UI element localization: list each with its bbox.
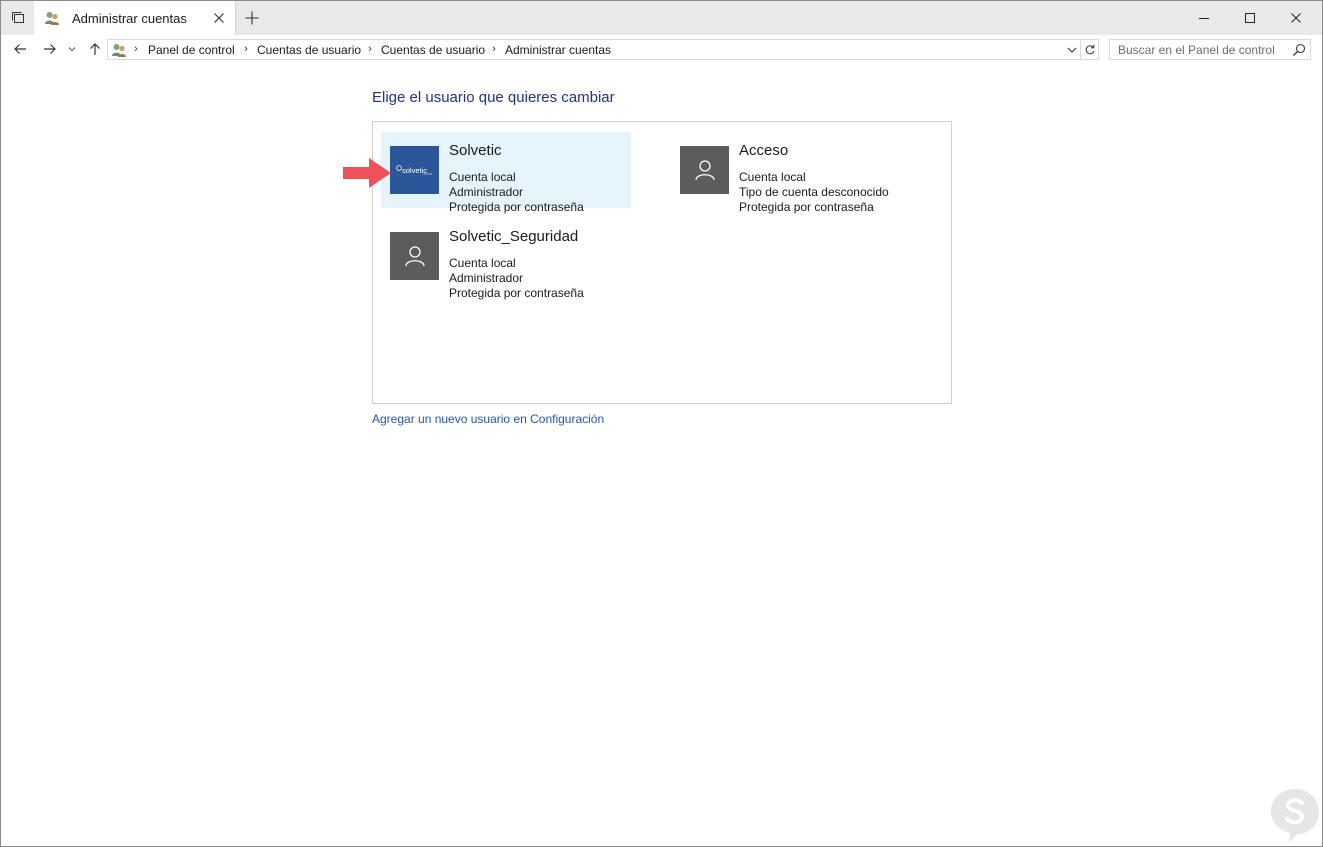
account-name: Acceso xyxy=(739,142,789,159)
avatar-solvetic-seguridad xyxy=(390,232,439,280)
forward-button[interactable] xyxy=(41,41,59,57)
account-protection: Protegida por contraseña xyxy=(739,200,874,214)
breadcrumb-panel-de-control[interactable]: Panel de control xyxy=(148,43,235,57)
account-name: Solvetic xyxy=(449,142,502,159)
solvetic-logo-icon: solvetic xyxy=(396,165,432,175)
arrow-right-icon xyxy=(44,44,56,54)
tab-overview-button[interactable] xyxy=(1,1,34,35)
user-icon xyxy=(404,246,425,267)
breadcrumb-separator-icon[interactable]: › xyxy=(490,43,498,55)
account-solvetic[interactable]: solvetic Solvetic Cuenta local Administr… xyxy=(381,132,631,214)
tab-overview-icon xyxy=(11,12,24,23)
maximize-button[interactable] xyxy=(1227,1,1273,35)
app-window: Administrar cuentas › Panel de control ›… xyxy=(0,0,1323,847)
accounts-list: solvetic Solvetic Cuenta local Administr… xyxy=(372,121,952,404)
account-name: Solvetic_Seguridad xyxy=(449,228,579,245)
avatar-acceso xyxy=(680,146,729,194)
navigation-bar: › Panel de control › Cuentas de usuario … xyxy=(1,35,1322,64)
maximize-icon xyxy=(1245,13,1255,23)
chevron-down-icon xyxy=(68,47,76,52)
user-accounts-icon xyxy=(112,44,126,57)
account-type: Cuenta local xyxy=(449,170,516,184)
close-icon xyxy=(1291,13,1301,23)
search-input[interactable] xyxy=(1110,40,1288,59)
arrow-left-icon xyxy=(14,44,26,54)
breadcrumb-separator-icon[interactable]: › xyxy=(242,43,250,55)
recent-locations-button[interactable] xyxy=(66,41,78,57)
breadcrumb-separator-icon[interactable]: › xyxy=(366,43,374,55)
account-role: Administrador xyxy=(449,271,524,285)
address-bar[interactable]: › Panel de control › Cuentas de usuario … xyxy=(107,39,1099,60)
account-type: Cuenta local xyxy=(739,170,806,184)
title-bar: Administrar cuentas xyxy=(1,1,1322,35)
breadcrumb-administrar-cuentas[interactable]: Administrar cuentas xyxy=(505,43,611,57)
minimize-icon xyxy=(1199,18,1209,19)
arrow-up-icon xyxy=(90,43,100,55)
svg-text:solvetic: solvetic xyxy=(402,166,427,175)
refresh-button[interactable] xyxy=(1080,40,1098,59)
tab-close-icon[interactable] xyxy=(212,11,226,25)
account-role: Tipo de cuenta desconocido xyxy=(739,185,889,199)
breadcrumb-separator-icon[interactable]: › xyxy=(132,43,140,55)
search-box[interactable] xyxy=(1109,39,1311,60)
back-button[interactable] xyxy=(11,41,29,57)
avatar-solvetic-logo: solvetic xyxy=(390,146,439,194)
minimize-button[interactable] xyxy=(1181,1,1227,35)
annotation-arrow-icon xyxy=(343,158,391,188)
tab-administrar-cuentas[interactable]: Administrar cuentas xyxy=(34,1,236,35)
account-protection: Protegida por contraseña xyxy=(449,286,584,300)
watermark-logo-icon xyxy=(1271,789,1319,842)
refresh-icon xyxy=(1085,44,1095,54)
close-window-button[interactable] xyxy=(1273,1,1319,35)
search-icon[interactable] xyxy=(1292,43,1306,57)
page-heading: Elige el usuario que quieres cambiar xyxy=(372,89,615,106)
account-role: Administrador xyxy=(449,185,524,199)
breadcrumb-cuentas-de-usuario-2[interactable]: Cuentas de usuario xyxy=(381,43,485,57)
account-type: Cuenta local xyxy=(449,256,516,270)
add-new-user-link[interactable]: Agregar un nuevo usuario en Configuració… xyxy=(372,412,604,426)
user-accounts-icon xyxy=(45,12,59,25)
address-dropdown-icon[interactable] xyxy=(1065,43,1079,57)
account-acceso[interactable]: Acceso Cuenta local Tipo de cuenta desco… xyxy=(671,132,921,214)
up-button[interactable] xyxy=(86,41,104,57)
user-icon xyxy=(694,160,715,181)
account-solvetic-seguridad[interactable]: Solvetic_Seguridad Cuenta local Administ… xyxy=(381,218,631,300)
breadcrumb-cuentas-de-usuario[interactable]: Cuentas de usuario xyxy=(257,43,361,57)
new-tab-icon[interactable] xyxy=(244,10,260,26)
account-protection: Protegida por contraseña xyxy=(449,200,584,214)
tab-title: Administrar cuentas xyxy=(72,11,187,26)
